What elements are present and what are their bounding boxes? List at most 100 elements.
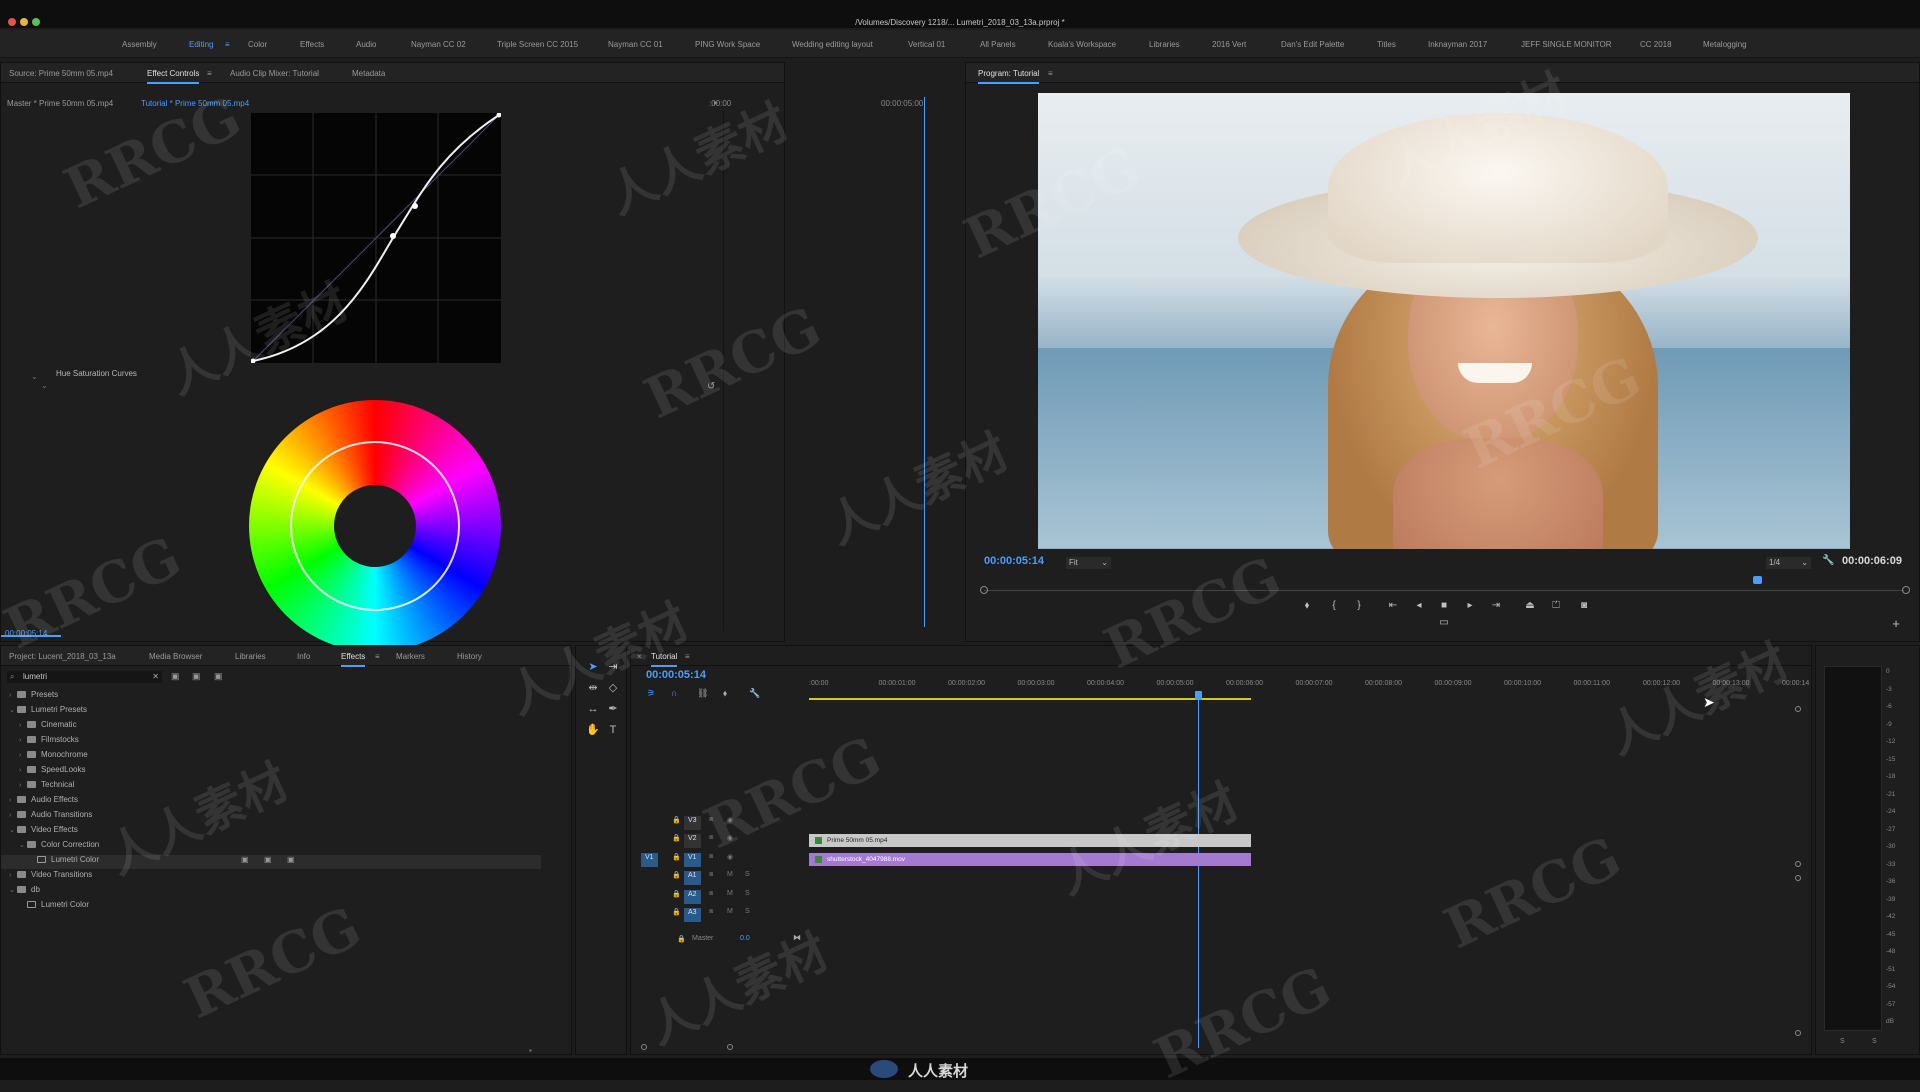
ripple-edit-tool-icon[interactable]: ⇹ xyxy=(586,681,600,695)
lift-icon[interactable]: ⏏ xyxy=(1523,599,1537,613)
new-bin-icon[interactable]: ▪ xyxy=(529,1046,532,1055)
chevron-right-icon[interactable]: › xyxy=(9,692,17,699)
workspace-tab[interactable]: Audio xyxy=(356,40,376,49)
program-timecode[interactable]: 00:00:05:14 xyxy=(984,555,1044,567)
source-panel-tab[interactable]: Metadata xyxy=(352,69,385,78)
timeline-settings-icon[interactable]: 🔧 xyxy=(749,688,760,699)
slip-tool-icon[interactable]: ↔ xyxy=(586,702,600,716)
tab-tutorial[interactable]: Tutorial xyxy=(651,652,678,667)
32bit-effects-icon[interactable]: ▣ xyxy=(192,671,201,682)
solo-button[interactable]: S xyxy=(745,871,750,885)
solo-left-button[interactable]: S xyxy=(1840,1038,1845,1045)
project-panel-tab[interactable]: Media Browser xyxy=(149,652,202,661)
sync-lock-icon[interactable]: ⧈ xyxy=(709,890,713,904)
sync-lock-icon[interactable]: ⧈ xyxy=(709,853,713,867)
chevron-right-icon[interactable]: › xyxy=(19,722,27,729)
eye-icon[interactable]: ◉ xyxy=(727,853,733,867)
panel-menu-icon[interactable]: ≡ xyxy=(375,652,380,661)
project-panel-tab[interactable]: Project: Lucent_2018_03_13a xyxy=(9,652,116,661)
solo-right-button[interactable]: S xyxy=(1872,1038,1877,1045)
workspace-tab[interactable]: Koala's Workspace xyxy=(1048,40,1116,49)
sync-lock-icon[interactable]: ⧈ xyxy=(709,816,713,830)
chevron-down-icon[interactable]: ⌄ xyxy=(9,826,17,834)
workspace-tab[interactable]: Titles xyxy=(1377,40,1396,49)
chevron-right-icon[interactable]: › xyxy=(9,812,17,819)
effects-folder[interactable]: › Presets xyxy=(1,690,541,704)
mark-out-icon[interactable]: } xyxy=(1352,599,1366,613)
curve-point-mid[interactable] xyxy=(390,233,396,239)
add-marker-icon[interactable]: ⬧ xyxy=(723,688,727,699)
effects-folder[interactable]: ⌄ db xyxy=(1,885,541,899)
eye-icon[interactable]: ◉ xyxy=(727,834,733,848)
effects-folder[interactable]: › Video Transitions xyxy=(1,870,541,884)
chevron-right-icon[interactable]: › xyxy=(9,797,17,804)
effects-folder[interactable]: › Audio Effects xyxy=(1,795,541,809)
track-target[interactable]: A1 xyxy=(684,871,701,885)
type-tool-icon[interactable]: T xyxy=(606,723,620,737)
effects-folder[interactable]: › Filmstocks xyxy=(1,735,541,749)
track-target[interactable]: A3 xyxy=(684,908,701,922)
workspace-menu-icon[interactable]: ≡ xyxy=(225,40,230,49)
project-panel-tab[interactable]: Info xyxy=(297,652,310,661)
track-lock-icon[interactable]: 🔒 xyxy=(672,908,681,922)
master-clip-label[interactable]: Master * Prime 50mm 05.mp4 xyxy=(7,99,113,108)
timeline-menu-icon[interactable]: ≡ xyxy=(685,652,690,661)
zoom-select[interactable]: Fit ⌄ xyxy=(1066,557,1111,569)
mute-button[interactable]: M xyxy=(727,890,733,904)
add-button-icon[interactable]: + xyxy=(1889,617,1903,631)
step-back-icon[interactable]: ◂ xyxy=(1412,599,1426,613)
track-target[interactable]: A2 xyxy=(684,890,701,904)
effects-folder[interactable]: › SpeedLooks xyxy=(1,765,541,779)
rgb-curve-graph[interactable] xyxy=(251,113,501,363)
mark-in-icon[interactable]: { xyxy=(1327,599,1341,613)
mute-button[interactable]: M xyxy=(727,871,733,885)
workspace-tab[interactable]: CC 2018 xyxy=(1640,40,1672,49)
effects-search-field[interactable]: ⌕ lumetri ✕ xyxy=(7,671,162,683)
hscroll-handle-right[interactable] xyxy=(727,1044,733,1050)
source-panel-tab[interactable]: Source: Prime 50mm 05.mp4 xyxy=(9,69,113,78)
vscroll-handle-bottom[interactable] xyxy=(1795,1030,1801,1036)
step-forward-icon[interactable]: ▸ xyxy=(1463,599,1477,613)
sync-lock-icon[interactable]: ⧈ xyxy=(709,834,713,848)
effects-folder[interactable]: › Technical xyxy=(1,780,541,794)
workspace-tab[interactable]: Triple Screen CC 2015 xyxy=(497,40,578,49)
chevron-down-icon[interactable]: ⌄ xyxy=(9,706,17,714)
curve-point-upper[interactable] xyxy=(412,203,418,209)
track-lock-icon[interactable]: 🔒 xyxy=(672,890,681,904)
go-to-in-icon[interactable]: ⇤ xyxy=(1386,599,1400,613)
work-area-bar[interactable] xyxy=(809,698,1251,700)
source-panel-tab[interactable]: Effect Controls xyxy=(147,69,200,84)
ec-play-icon[interactable]: ▸ xyxy=(714,98,718,107)
panel-menu-icon[interactable]: ≡ xyxy=(207,69,212,78)
project-panel-tab[interactable]: Markers xyxy=(396,652,425,661)
export-frame-icon[interactable]: ◙ xyxy=(1577,599,1591,613)
panel-menu-icon[interactable]: ≡ xyxy=(1048,69,1053,78)
effects-folder[interactable]: › Cinematic xyxy=(1,720,541,734)
vscroll-handle-low[interactable] xyxy=(1795,875,1801,881)
track-lock-icon[interactable]: 🔒 xyxy=(672,853,681,867)
eye-icon[interactable]: ◉ xyxy=(727,816,733,830)
track-lock-icon[interactable]: 🔒 xyxy=(672,816,681,830)
linked-selection-icon[interactable]: ⛓ xyxy=(697,688,708,699)
track-target[interactable]: V1 xyxy=(684,853,701,867)
comparison-view-icon[interactable]: ▭ xyxy=(1437,616,1451,630)
vscroll-handle-mid[interactable] xyxy=(1795,861,1801,867)
selection-tool-icon[interactable]: ➤ xyxy=(586,660,600,674)
extract-icon[interactable]: ⏍ xyxy=(1549,599,1563,613)
master-volume-value[interactable]: 0.0 xyxy=(740,935,750,942)
solo-button[interactable]: S xyxy=(745,890,750,904)
effects-folder[interactable]: › Monochrome xyxy=(1,750,541,764)
chevron-down-icon[interactable]: ⌄ xyxy=(41,381,48,390)
track-lock-icon[interactable]: 🔒 xyxy=(672,834,681,848)
hue-sat-curves-label[interactable]: Hue Saturation Curves xyxy=(56,369,137,378)
stop-icon[interactable]: ■ xyxy=(1437,599,1451,613)
workspace-tab[interactable]: Nayman CC 02 xyxy=(411,40,466,49)
chevron-down-icon[interactable]: ⌄ xyxy=(9,886,17,894)
chevron-right-icon[interactable]: › xyxy=(19,737,27,744)
sync-lock-icon[interactable]: ⧈ xyxy=(709,908,713,922)
project-panel-tab[interactable]: Libraries xyxy=(235,652,266,661)
workspace-tab[interactable]: Vertical 01 xyxy=(908,40,945,49)
timeline-timecode[interactable]: 00:00:05:14 xyxy=(646,669,706,681)
track-area[interactable]: Prime 50mm 05.mp4 shutterstock_4047988.mo… xyxy=(809,816,1809,946)
effects-folder[interactable]: ⌄ Video Effects xyxy=(1,825,541,839)
